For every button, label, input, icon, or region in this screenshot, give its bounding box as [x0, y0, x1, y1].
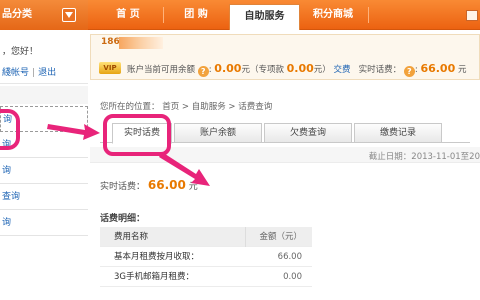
nav-home[interactable]: 首 页: [98, 0, 158, 30]
current-charge-unit: 元: [188, 182, 198, 192]
current-charge: 实时话费： 66.00 元: [100, 178, 198, 192]
sidebar: 品分类 ，您好！ 綫帐号 | 退出 询 询 询 查询 询: [0, 0, 88, 300]
annotation-circle-tab: [103, 114, 171, 156]
logout-link[interactable]: 退出: [38, 68, 56, 78]
row-amount: 66.00: [277, 252, 302, 262]
phone-number-mask: [119, 37, 163, 49]
breadcrumb: 您所在的位置： 首页 > 自助服务 > 话费查询: [100, 102, 273, 112]
table-header: 费用名称 金额（元）: [100, 227, 312, 247]
table-row: 3G手机邮箱月租费： 0.00: [100, 267, 312, 287]
special-amount: 0.00: [286, 62, 314, 75]
table-row: [100, 287, 312, 300]
charge-unit: 元: [457, 65, 467, 75]
detail-table: 费用名称 金额（元） 基本月租费按月收取： 66.00 3G手机邮箱月租费： 0…: [100, 227, 312, 300]
col-header-amount: 金额（元）: [259, 232, 302, 242]
help-icon[interactable]: ?: [197, 66, 209, 77]
help-icon[interactable]: ?: [403, 66, 415, 77]
bind-account-link[interactable]: 綫帐号: [2, 68, 29, 78]
balance-line: 账户当前可用余额 ?: 0.00元（专项款 0.00元） 交费 实时话费： ?:…: [127, 62, 467, 77]
special-unit: 元）: [313, 65, 331, 75]
account-info-bar: 186 VIP 账户当前可用余额 ?: 0.00元（专项款 0.00元） 交费 …: [90, 34, 480, 80]
deadline-date: 截止日期：2013-11-01至20: [368, 152, 480, 162]
charge-amount: 66.00: [420, 62, 456, 75]
balance-amount: 0.00: [214, 62, 242, 75]
page: 首 页 团 购 自助服务 积分商城 品分类 ，您好！ 綫帐号 | 退出 询 询 询 …: [0, 0, 480, 300]
table-row: 基本月租费按月收取： 66.00: [100, 247, 312, 267]
nav-self-service[interactable]: 自助服务: [229, 4, 300, 30]
sidebar-section-bar: [0, 86, 88, 104]
balance-label: 账户当前可用余额: [127, 65, 196, 75]
tab-account-balance[interactable]: 账户余额: [174, 123, 262, 143]
col-header-name: 费用名称: [114, 232, 149, 242]
nav-points-mall[interactable]: 积分商城: [302, 0, 364, 30]
chevron-down-icon[interactable]: [62, 8, 76, 22]
detail-title: 话费明细：: [100, 214, 146, 224]
main-content: 186 VIP 账户当前可用余额 ?: 0.00元（专项款 0.00元） 交费 …: [90, 30, 480, 300]
account-links: 綫帐号 | 退出: [2, 65, 56, 78]
nav-search-box[interactable]: [466, 10, 478, 21]
tab-arrears-query[interactable]: 欠费查询: [264, 123, 352, 143]
vip-badge-icon: VIP: [99, 62, 121, 74]
row-amount: 0.00: [283, 272, 302, 282]
current-charge-label: 实时话费：: [100, 182, 146, 192]
current-charge-amount: 66.00: [147, 178, 186, 192]
sidebar-item[interactable]: 查询: [0, 184, 88, 210]
link-separator: |: [32, 68, 36, 78]
row-name: 基本月租费按月收取：: [114, 252, 200, 262]
nav-group-buy[interactable]: 团 购: [168, 0, 224, 30]
nav-divider: [368, 7, 369, 23]
user-box: ，您好！ 綫帐号 | 退出: [0, 34, 88, 84]
category-label: 品分类: [2, 9, 32, 20]
recharge-link[interactable]: 交费: [334, 65, 351, 75]
annotation-circle-sidebar: [0, 109, 20, 150]
tab-payment-records[interactable]: 缴费记录: [354, 123, 442, 143]
row-name: 3G手机邮箱月租费：: [114, 272, 194, 282]
charge-label: 实时话费：: [358, 65, 402, 75]
balance-unit: 元（专项款: [241, 65, 284, 75]
nav-divider: [163, 7, 164, 23]
column-divider: [245, 227, 246, 247]
sidebar-item[interactable]: 询: [0, 158, 88, 184]
category-header[interactable]: 品分类: [0, 0, 88, 30]
sidebar-item[interactable]: 询: [0, 210, 88, 236]
greeting: ，您好！: [2, 47, 39, 57]
phone-number: 186: [101, 37, 120, 47]
